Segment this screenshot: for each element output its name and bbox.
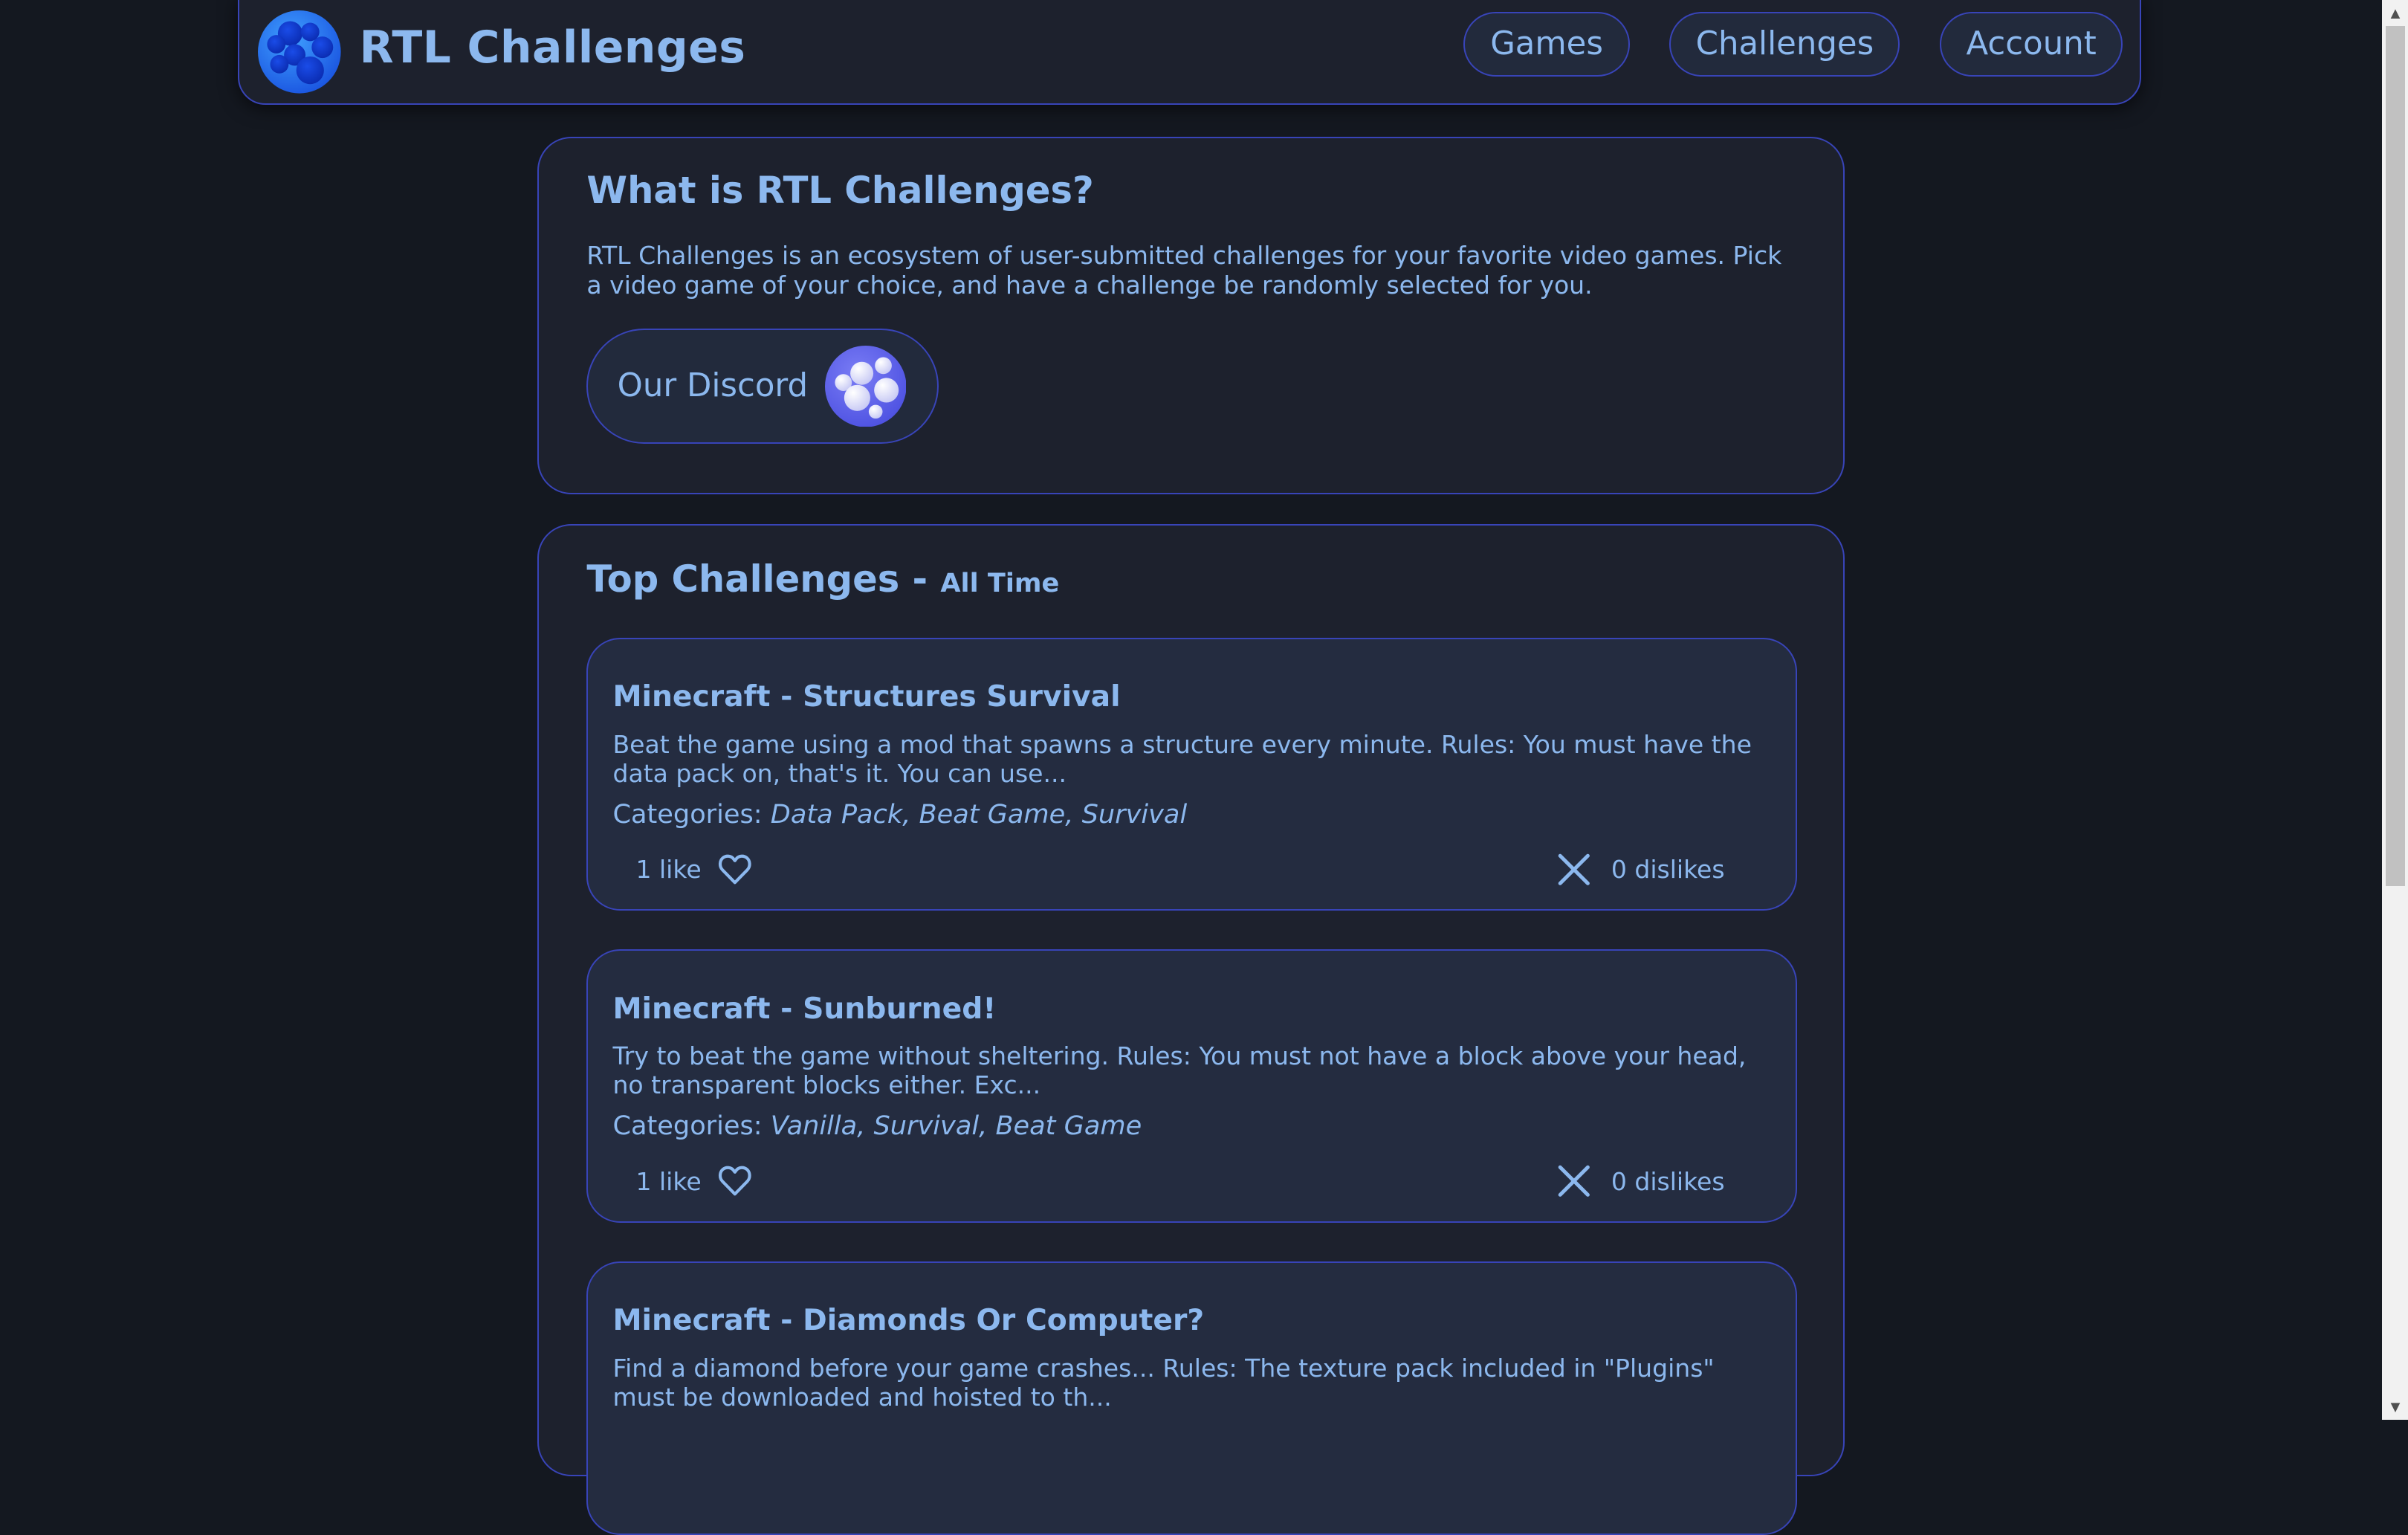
top-challenges-heading: Top Challenges -	[586, 558, 941, 601]
dislike-button[interactable]: 0 dislikes	[1556, 851, 1725, 888]
categories-list: Vanilla, Survival, Beat Game	[770, 1111, 1142, 1142]
like-count: 1 like	[635, 1166, 702, 1196]
challenge-title[interactable]: Minecraft - Sunburned!	[612, 992, 996, 1026]
about-card: What is RTL Challenges? RTL Challenges i…	[537, 136, 1845, 495]
vertical-scrollbar[interactable]: ▲ ▼	[2382, 0, 2408, 1420]
nav-games-button[interactable]: Games	[1463, 12, 1630, 77]
heart-icon	[719, 854, 751, 885]
challenge-card[interactable]: Minecraft - Diamonds Or Computer? Find a…	[586, 1261, 1797, 1535]
x-icon	[1559, 853, 1590, 885]
page: RTL Challenges Games Challenges Account …	[0, 0, 2408, 1535]
top-challenges-card: Top Challenges - All Time Minecraft - St…	[537, 523, 1845, 1535]
scroll-up-arrow-icon[interactable]: ▲	[2382, 0, 2408, 26]
challenge-categories: Categories: Data Pack, Beat Game, Surviv…	[612, 799, 1187, 830]
discord-button-label: Our Discord	[617, 366, 809, 404]
challenge-title[interactable]: Minecraft - Diamonds Or Computer?	[612, 1304, 1204, 1337]
nav-account-button[interactable]: Account	[1940, 12, 2123, 77]
challenge-card[interactable]: Minecraft - Structures Survival Beat the…	[586, 637, 1797, 911]
challenge-title[interactable]: Minecraft - Structures Survival	[612, 680, 1120, 714]
challenge-card[interactable]: Minecraft - Sunburned! Try to beat the g…	[586, 949, 1797, 1223]
scrollbar-thumb[interactable]	[2385, 26, 2406, 887]
bubbles-icon	[824, 345, 907, 427]
categories-label: Categories:	[612, 1111, 771, 1142]
time-period-label: All Time	[940, 568, 1060, 599]
challenge-categories: Categories: Vanilla, Survival, Beat Game	[612, 1111, 1142, 1141]
challenge-description: Beat the game using a mod that spawns a …	[612, 729, 1752, 788]
about-title: What is RTL Challenges?	[586, 169, 1094, 213]
x-icon	[1559, 1166, 1590, 1198]
categories-list: Data Pack, Beat Game, Survival	[770, 798, 1188, 830]
discord-button[interactable]: Our Discord	[586, 329, 939, 445]
challenge-description: Try to beat the game without sheltering.…	[612, 1041, 1747, 1100]
dislike-count: 0 dislikes	[1611, 855, 1725, 885]
site-title[interactable]: RTL Challenges	[360, 22, 746, 74]
dislike-button[interactable]: 0 dislikes	[1556, 1163, 1725, 1200]
about-text: RTL Challenges is an ecosystem of user-s…	[586, 241, 1782, 300]
like-count: 1 like	[635, 855, 702, 885]
challenge-description: Find a diamond before your game crashes.…	[612, 1353, 1715, 1412]
like-button[interactable]: 1 like	[635, 1163, 753, 1200]
heart-icon	[719, 1166, 751, 1196]
top-challenges-title: Top Challenges - All Time	[586, 558, 1059, 601]
nav-challenges-button[interactable]: Challenges	[1669, 12, 1900, 77]
like-button[interactable]: 1 like	[635, 851, 753, 888]
categories-label: Categories:	[612, 798, 771, 830]
site-header: RTL Challenges Games Challenges Account	[238, 0, 2141, 105]
bubbles-logo-icon[interactable]	[258, 10, 341, 94]
scroll-down-arrow-icon[interactable]: ▼	[2382, 1394, 2408, 1420]
dislike-count: 0 dislikes	[1611, 1166, 1725, 1196]
